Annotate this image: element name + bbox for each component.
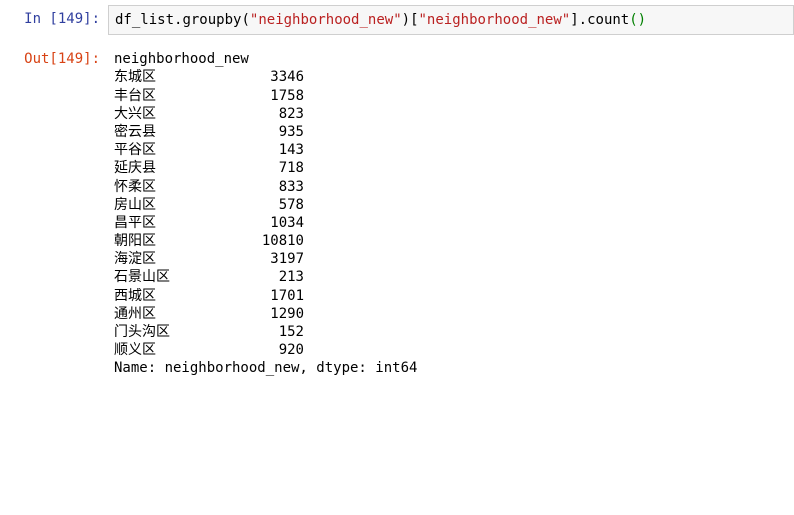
output-cell: Out[149]: neighborhood_new东城区3346丰台区1758… [0, 40, 794, 387]
code-string: "neighborhood_new" [250, 12, 402, 28]
table-row: 平谷区143 [114, 141, 788, 159]
table-row: 西城区1701 [114, 287, 788, 305]
row-value: 1034 [244, 214, 304, 232]
row-value: 1290 [244, 305, 304, 323]
row-value: 833 [244, 178, 304, 196]
output-header: neighborhood_new [114, 50, 788, 68]
row-label: 海淀区 [114, 250, 244, 268]
row-label: 房山区 [114, 196, 244, 214]
row-label: 昌平区 [114, 214, 244, 232]
code-token: . [579, 12, 587, 28]
row-label: 丰台区 [114, 87, 244, 105]
row-label: 东城区 [114, 68, 244, 86]
code-token: ) [402, 12, 410, 28]
row-value: 3197 [244, 250, 304, 268]
code-token: ] [570, 12, 578, 28]
code-input[interactable]: df_list.groupby("neighborhood_new")["nei… [108, 5, 794, 35]
row-label: 西城区 [114, 287, 244, 305]
row-label: 通州区 [114, 305, 244, 323]
table-row: 顺义区920 [114, 341, 788, 359]
row-value: 1701 [244, 287, 304, 305]
table-row: 海淀区3197 [114, 250, 788, 268]
row-label: 密云县 [114, 123, 244, 141]
table-row: 门头沟区152 [114, 323, 788, 341]
table-row: 朝阳区10810 [114, 232, 788, 250]
row-value: 152 [244, 323, 304, 341]
output-footer: Name: neighborhood_new, dtype: int64 [114, 359, 788, 377]
row-value: 3346 [244, 68, 304, 86]
row-value: 10810 [244, 232, 304, 250]
table-row: 怀柔区833 [114, 178, 788, 196]
row-value: 143 [244, 141, 304, 159]
row-value: 578 [244, 196, 304, 214]
row-label: 平谷区 [114, 141, 244, 159]
row-label: 怀柔区 [114, 178, 244, 196]
code-token: groupby [182, 12, 241, 28]
table-row: 大兴区823 [114, 105, 788, 123]
table-row: 密云县935 [114, 123, 788, 141]
row-label: 顺义区 [114, 341, 244, 359]
out-prompt: Out[149]: [0, 45, 108, 382]
row-value: 213 [244, 268, 304, 286]
table-row: 丰台区1758 [114, 87, 788, 105]
row-label: 延庆县 [114, 159, 244, 177]
row-label: 大兴区 [114, 105, 244, 123]
table-row: 延庆县718 [114, 159, 788, 177]
table-row: 石景山区213 [114, 268, 788, 286]
in-prompt: In [149]: [0, 5, 108, 35]
row-value: 935 [244, 123, 304, 141]
table-row: 东城区3346 [114, 68, 788, 86]
row-label: 门头沟区 [114, 323, 244, 341]
code-token: df_list [115, 12, 174, 28]
code-string: "neighborhood_new" [419, 12, 571, 28]
code-token: () [629, 12, 646, 28]
table-row: 房山区578 [114, 196, 788, 214]
table-row: 昌平区1034 [114, 214, 788, 232]
row-value: 1758 [244, 87, 304, 105]
output-rows: 东城区3346丰台区1758大兴区823密云县935平谷区143延庆县718怀柔… [114, 68, 788, 359]
row-label: 石景山区 [114, 268, 244, 286]
code-token: count [587, 12, 629, 28]
row-value: 718 [244, 159, 304, 177]
table-row: 通州区1290 [114, 305, 788, 323]
row-value: 920 [244, 341, 304, 359]
row-value: 823 [244, 105, 304, 123]
code-token: [ [410, 12, 418, 28]
row-label: 朝阳区 [114, 232, 244, 250]
input-cell: In [149]: df_list.groupby("neighborhood_… [0, 0, 794, 40]
output-text: neighborhood_new东城区3346丰台区1758大兴区823密云县9… [108, 45, 794, 382]
code-token: ( [241, 12, 249, 28]
